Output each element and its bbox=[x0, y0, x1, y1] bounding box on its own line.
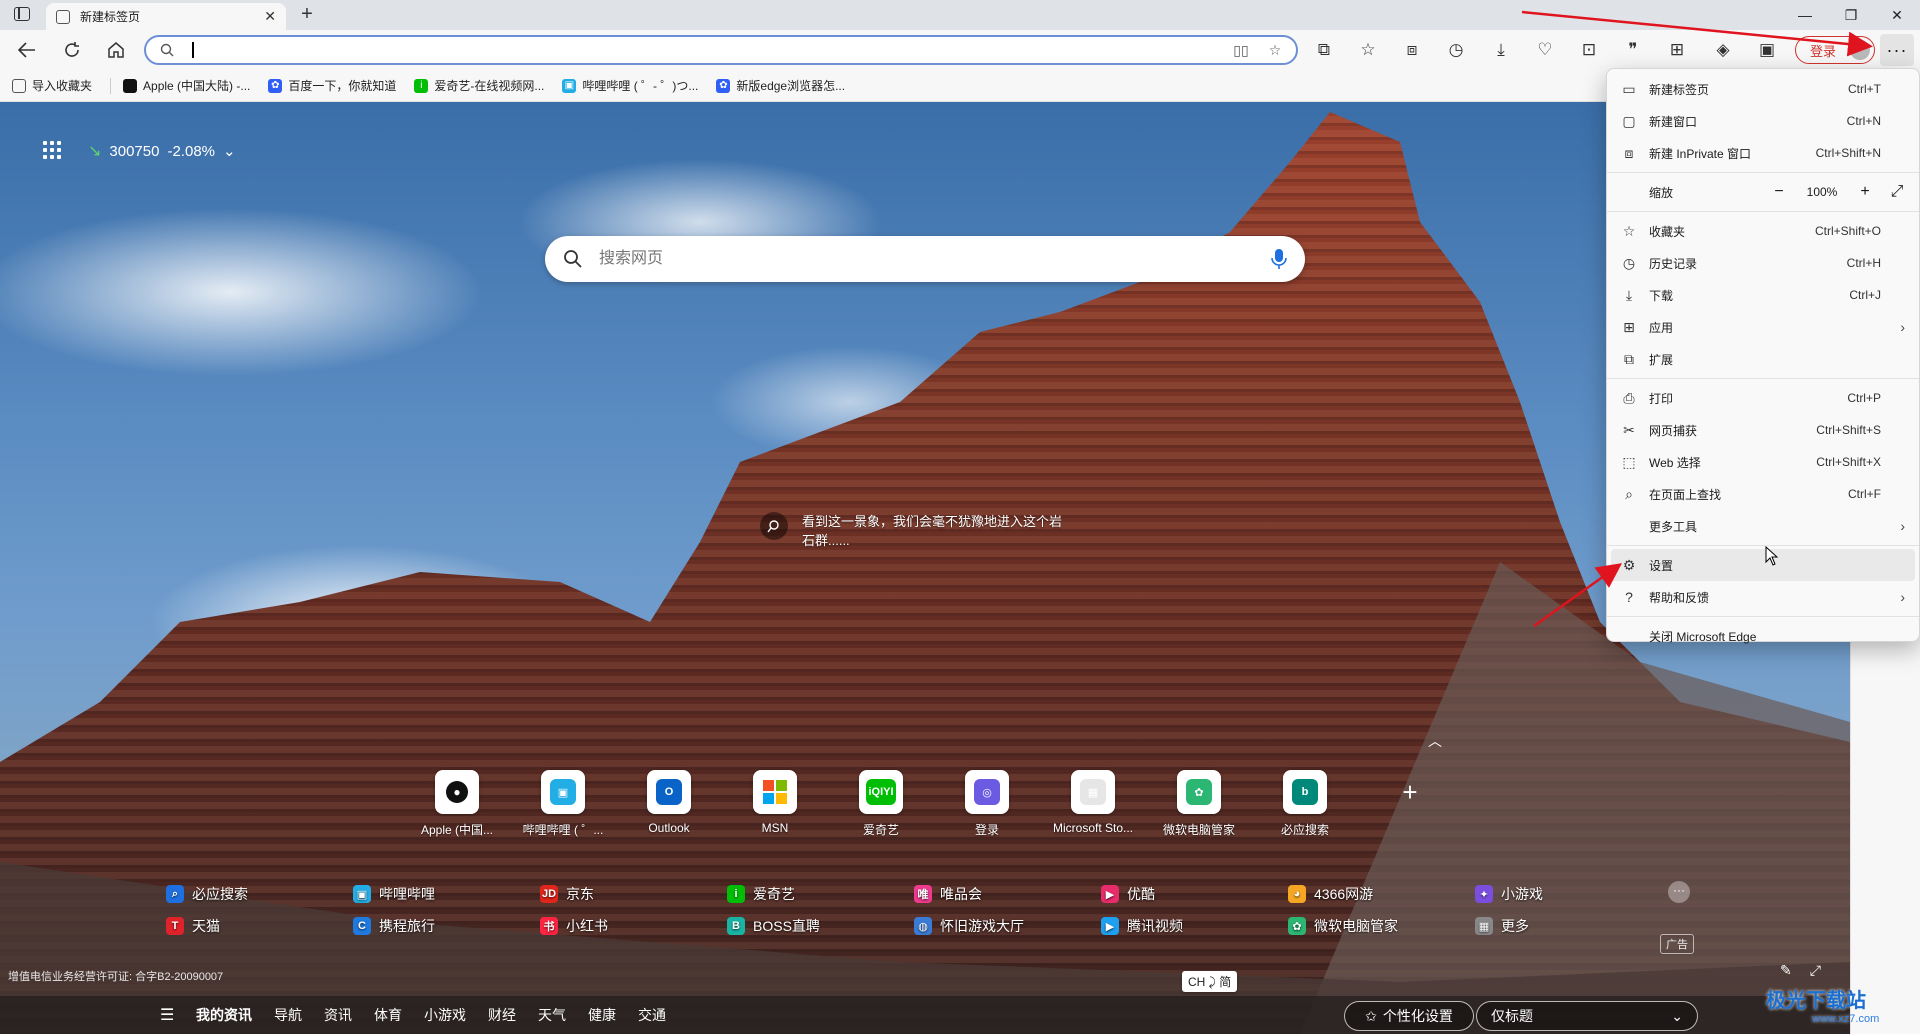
annotation-arrows bbox=[1521, 10, 1873, 628]
arrow-to-more-button bbox=[1521, 10, 1873, 57]
arrow-to-settings bbox=[1533, 563, 1623, 628]
